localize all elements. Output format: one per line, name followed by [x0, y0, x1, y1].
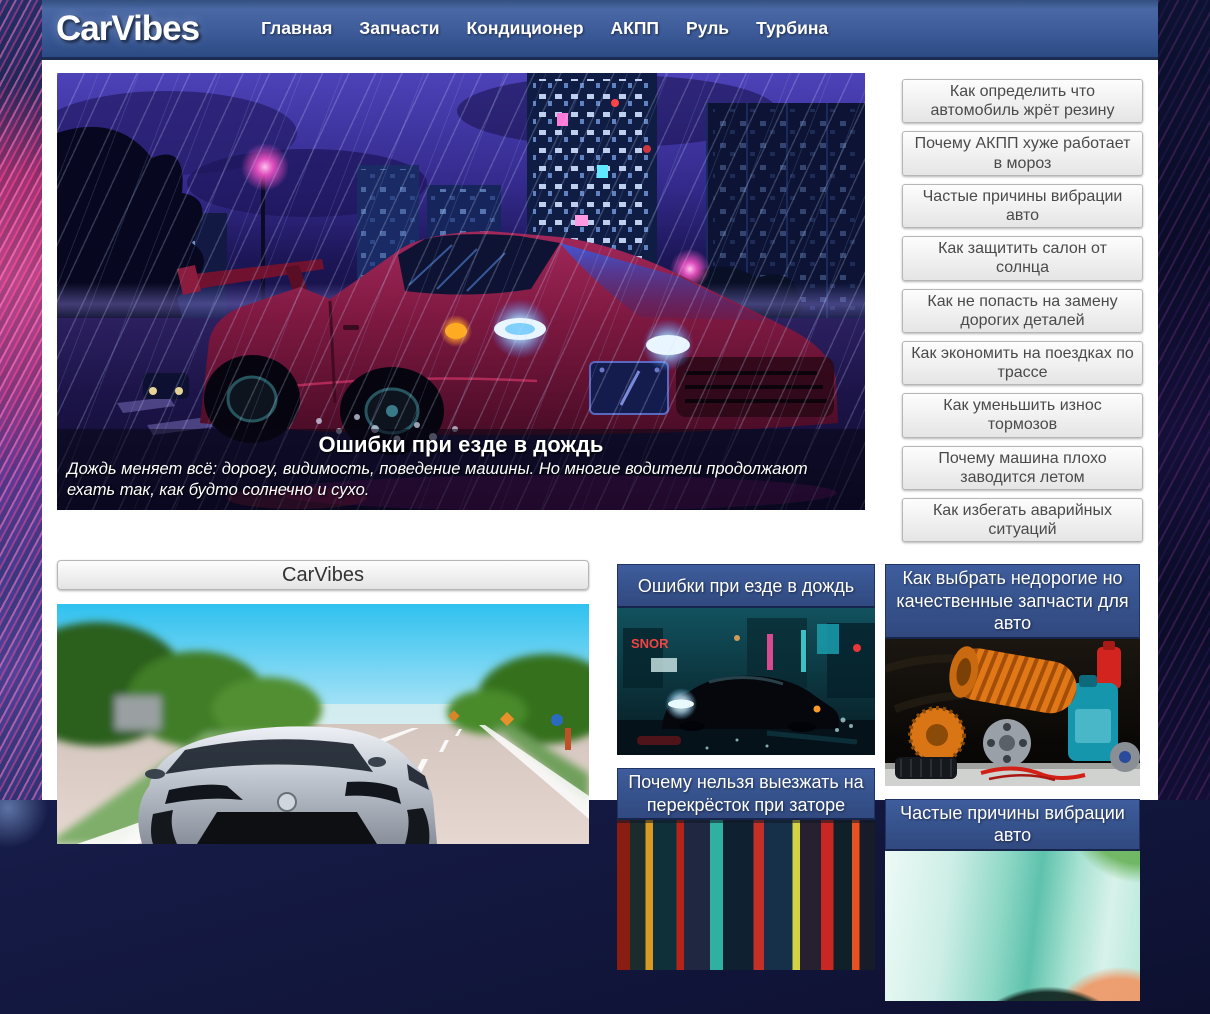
card-rain-errors[interactable]: Ошибки при езде в дождь: [617, 564, 875, 755]
site-title-bar[interactable]: CarVibes: [57, 560, 589, 590]
sidebar-item-tires[interactable]: Как определить что автомобиль жрёт резин…: [902, 79, 1143, 123]
card-vibration-image: [885, 851, 1140, 1001]
highway-image: [57, 604, 589, 844]
hero-title: Ошибки при езде в дождь: [67, 432, 855, 458]
card-intersection[interactable]: Почему нельзя выезжать на перекрёсток пр…: [617, 768, 875, 970]
background-streaks-right: [1158, 0, 1210, 800]
column-left: CarVibes: [57, 560, 589, 844]
navbar: CarVibes Главная Запчасти Кондиционер АК…: [42, 0, 1158, 60]
main-menu: Главная Запчасти Кондиционер АКПП Руль Т…: [261, 18, 828, 39]
card-title: Как выбрать недорогие но качественные за…: [885, 564, 1140, 639]
card-intersection-image: [617, 820, 875, 970]
sidebar-item-brake-wear[interactable]: Как уменьшить износ тормозов: [902, 393, 1143, 437]
card-title: Ошибки при езде в дождь: [617, 564, 875, 608]
hero-subtitle: Дождь меняет всё: дорогу, видимость, пов…: [67, 459, 855, 501]
column-middle: Ошибки при езде в дождь: [617, 560, 875, 983]
hero-article-link[interactable]: Ошибки при езде в дождь Дождь меняет всё…: [57, 73, 865, 510]
top-row: Ошибки при езде в дождь Дождь меняет всё…: [57, 73, 1143, 542]
card-title: Частые причины вибрации авто: [885, 799, 1140, 851]
neon-sign-text: SNOR: [631, 636, 669, 651]
background-streaks-left: [0, 0, 42, 800]
nav-item-steering[interactable]: Руль: [686, 18, 729, 39]
nav-item-parts[interactable]: Запчасти: [359, 18, 439, 39]
content-area: Ошибки при езде в дождь Дождь меняет всё…: [42, 73, 1158, 1014]
page-wrapper: CarVibes Главная Запчасти Кондиционер АК…: [42, 0, 1158, 800]
column-right: Как выбрать недорогие но качественные за…: [885, 560, 1140, 1014]
sidebar-item-highway-economy[interactable]: Как экономить на поездках по трассе: [902, 341, 1143, 385]
card-title: Почему нельзя выезжать на перекрёсток пр…: [617, 768, 875, 820]
card-parts-image: [885, 639, 1140, 786]
hero-caption: Ошибки при езде в дождь Дождь меняет всё…: [57, 429, 865, 510]
card-cheap-parts[interactable]: Как выбрать недорогие но качественные за…: [885, 564, 1140, 786]
nav-item-akpp[interactable]: АКПП: [611, 18, 659, 39]
site-logo[interactable]: CarVibes: [56, 9, 199, 49]
nav-item-home[interactable]: Главная: [261, 18, 332, 39]
nav-item-conditioner[interactable]: Кондиционер: [467, 18, 584, 39]
sidebar-item-sun-protection[interactable]: Как защитить салон от солнца: [902, 236, 1143, 280]
sidebar: Как определить что автомобиль жрёт резин…: [902, 73, 1143, 542]
sidebar-item-akpp-frost[interactable]: Почему АКПП хуже работает в мороз: [902, 131, 1143, 175]
bottom-row: CarVibes: [57, 560, 1143, 1014]
card-vibration[interactable]: Частые причины вибрации авто: [885, 799, 1140, 1001]
nav-item-turbo[interactable]: Турбина: [756, 18, 828, 39]
card-rain-image: SNOR: [617, 608, 875, 755]
sidebar-item-vibration[interactable]: Частые причины вибрации авто: [902, 184, 1143, 228]
sidebar-item-summer-start[interactable]: Почему машина плохо заводится летом: [902, 446, 1143, 490]
sidebar-item-avoid-accidents[interactable]: Как избегать аварийных ситуаций: [902, 498, 1143, 542]
highway-article-image[interactable]: [57, 604, 589, 844]
sidebar-item-expensive-parts[interactable]: Как не попасть на замену дорогих деталей: [902, 289, 1143, 333]
